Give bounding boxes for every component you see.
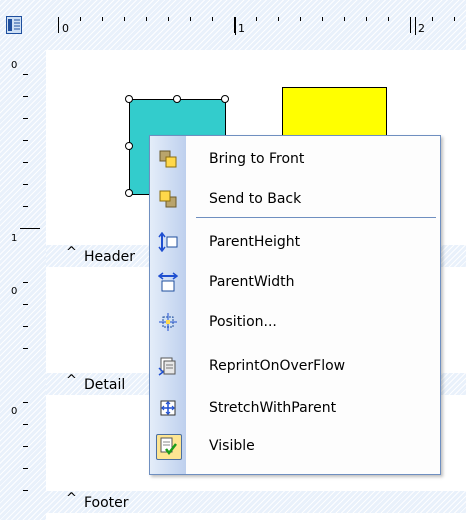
section-bar-footer[interactable]: ^ Footer xyxy=(46,491,466,513)
ruler-tick xyxy=(212,17,213,21)
ruler-tick xyxy=(432,17,433,21)
menu-item-label: Visible xyxy=(209,438,255,454)
resize-handle[interactable] xyxy=(125,142,133,150)
ruler-label-2: 2 xyxy=(418,22,425,35)
vertical-ruler-tick xyxy=(23,282,28,283)
report-explorer-icon[interactable] xyxy=(6,16,22,34)
ruler-tick xyxy=(454,17,455,21)
vertical-ruler-tick xyxy=(23,184,28,185)
resize-handle[interactable] xyxy=(125,95,133,103)
vertical-ruler-tick xyxy=(23,468,28,469)
ruler-tick xyxy=(190,17,191,21)
menu-item-visible[interactable]: Visible xyxy=(150,426,440,466)
menu-item-label: ReprintOnOverFlow xyxy=(209,358,346,374)
menu-item-label: ParentWidth xyxy=(209,274,295,290)
resize-handle[interactable] xyxy=(125,189,133,197)
bring-to-front-icon xyxy=(159,150,177,168)
ruler-major-tick xyxy=(235,17,236,35)
ruler-tick xyxy=(300,17,301,21)
vertical-ruler: 0 1 0 0 xyxy=(0,50,46,520)
section-label-header: Header xyxy=(84,249,135,265)
section-label-footer: Footer xyxy=(84,495,129,511)
visible-check-icon xyxy=(160,437,177,456)
resize-handle[interactable] xyxy=(221,95,229,103)
ruler-tick xyxy=(168,17,169,21)
position-icon xyxy=(159,313,177,331)
vertical-ruler-major-tick xyxy=(20,228,40,229)
vertical-ruler-tick xyxy=(23,402,28,403)
horizontal-ruler: 0 1 2 xyxy=(0,0,466,50)
ruler-tick xyxy=(388,17,389,21)
ruler-tick xyxy=(344,17,345,21)
reprint-icon xyxy=(158,357,176,376)
ruler-tick xyxy=(410,17,411,33)
context-menu: Bring to Front Send to Back ParentHeight… xyxy=(149,135,441,475)
parent-width-icon xyxy=(158,272,178,292)
vruler-label-1: 1 xyxy=(11,233,18,244)
ruler-major-tick xyxy=(415,17,416,35)
vertical-ruler-tick xyxy=(23,348,28,349)
menu-item-label: StretchWithParent xyxy=(209,400,337,416)
vertical-ruler-tick xyxy=(23,74,28,75)
section-label-detail: Detail xyxy=(84,377,126,393)
menu-item-parent-height[interactable]: ParentHeight xyxy=(150,222,440,262)
vertical-ruler-tick xyxy=(23,326,28,327)
ruler-tick xyxy=(146,17,147,21)
collapse-caret-icon[interactable]: ^ xyxy=(66,373,77,388)
ruler-label-1: 1 xyxy=(238,22,245,35)
menu-item-label: Bring to Front xyxy=(209,151,305,167)
stretch-icon xyxy=(160,400,176,416)
send-to-back-icon xyxy=(159,190,177,208)
vertical-ruler-tick xyxy=(23,446,28,447)
ruler-tick xyxy=(278,17,279,21)
menu-item-send-to-back[interactable]: Send to Back xyxy=(150,179,440,219)
collapse-caret-icon[interactable]: ^ xyxy=(66,491,77,506)
vruler-label-0: 0 xyxy=(11,60,18,71)
ruler-tick xyxy=(58,17,59,33)
menu-item-label: Position... xyxy=(209,314,277,330)
ruler-tick xyxy=(322,17,323,21)
menu-item-position[interactable]: Position... xyxy=(150,302,440,342)
vertical-ruler-tick xyxy=(23,162,28,163)
collapse-caret-icon[interactable]: ^ xyxy=(66,245,77,260)
ruler-tick xyxy=(256,17,257,21)
vertical-ruler-tick xyxy=(23,96,28,97)
menu-item-label: ParentHeight xyxy=(209,234,301,250)
vertical-ruler-tick xyxy=(23,206,28,207)
vruler-label-detail-0: 0 xyxy=(11,286,18,297)
menu-separator xyxy=(196,217,436,218)
menu-item-bring-to-front[interactable]: Bring to Front xyxy=(150,139,440,179)
ruler-label-0: 0 xyxy=(62,22,69,35)
menu-item-parent-width[interactable]: ParentWidth xyxy=(150,262,440,302)
ruler-tick xyxy=(102,17,103,21)
menu-item-reprint-on-overflow[interactable]: ReprintOnOverFlow xyxy=(150,346,440,386)
vertical-ruler-tick xyxy=(23,304,28,305)
vertical-ruler-tick xyxy=(23,424,28,425)
ruler-tick xyxy=(124,17,125,21)
ruler-tick xyxy=(80,17,81,21)
vruler-label-footer-0: 0 xyxy=(11,406,18,417)
menu-item-label: Send to Back xyxy=(209,191,302,207)
ruler-tick xyxy=(366,17,367,21)
vertical-ruler-tick xyxy=(23,118,28,119)
parent-height-icon xyxy=(158,232,178,252)
vertical-ruler-tick xyxy=(23,490,28,491)
resize-handle[interactable] xyxy=(173,95,181,103)
menu-item-stretch-with-parent[interactable]: StretchWithParent xyxy=(150,388,440,428)
vertical-ruler-tick xyxy=(23,140,28,141)
